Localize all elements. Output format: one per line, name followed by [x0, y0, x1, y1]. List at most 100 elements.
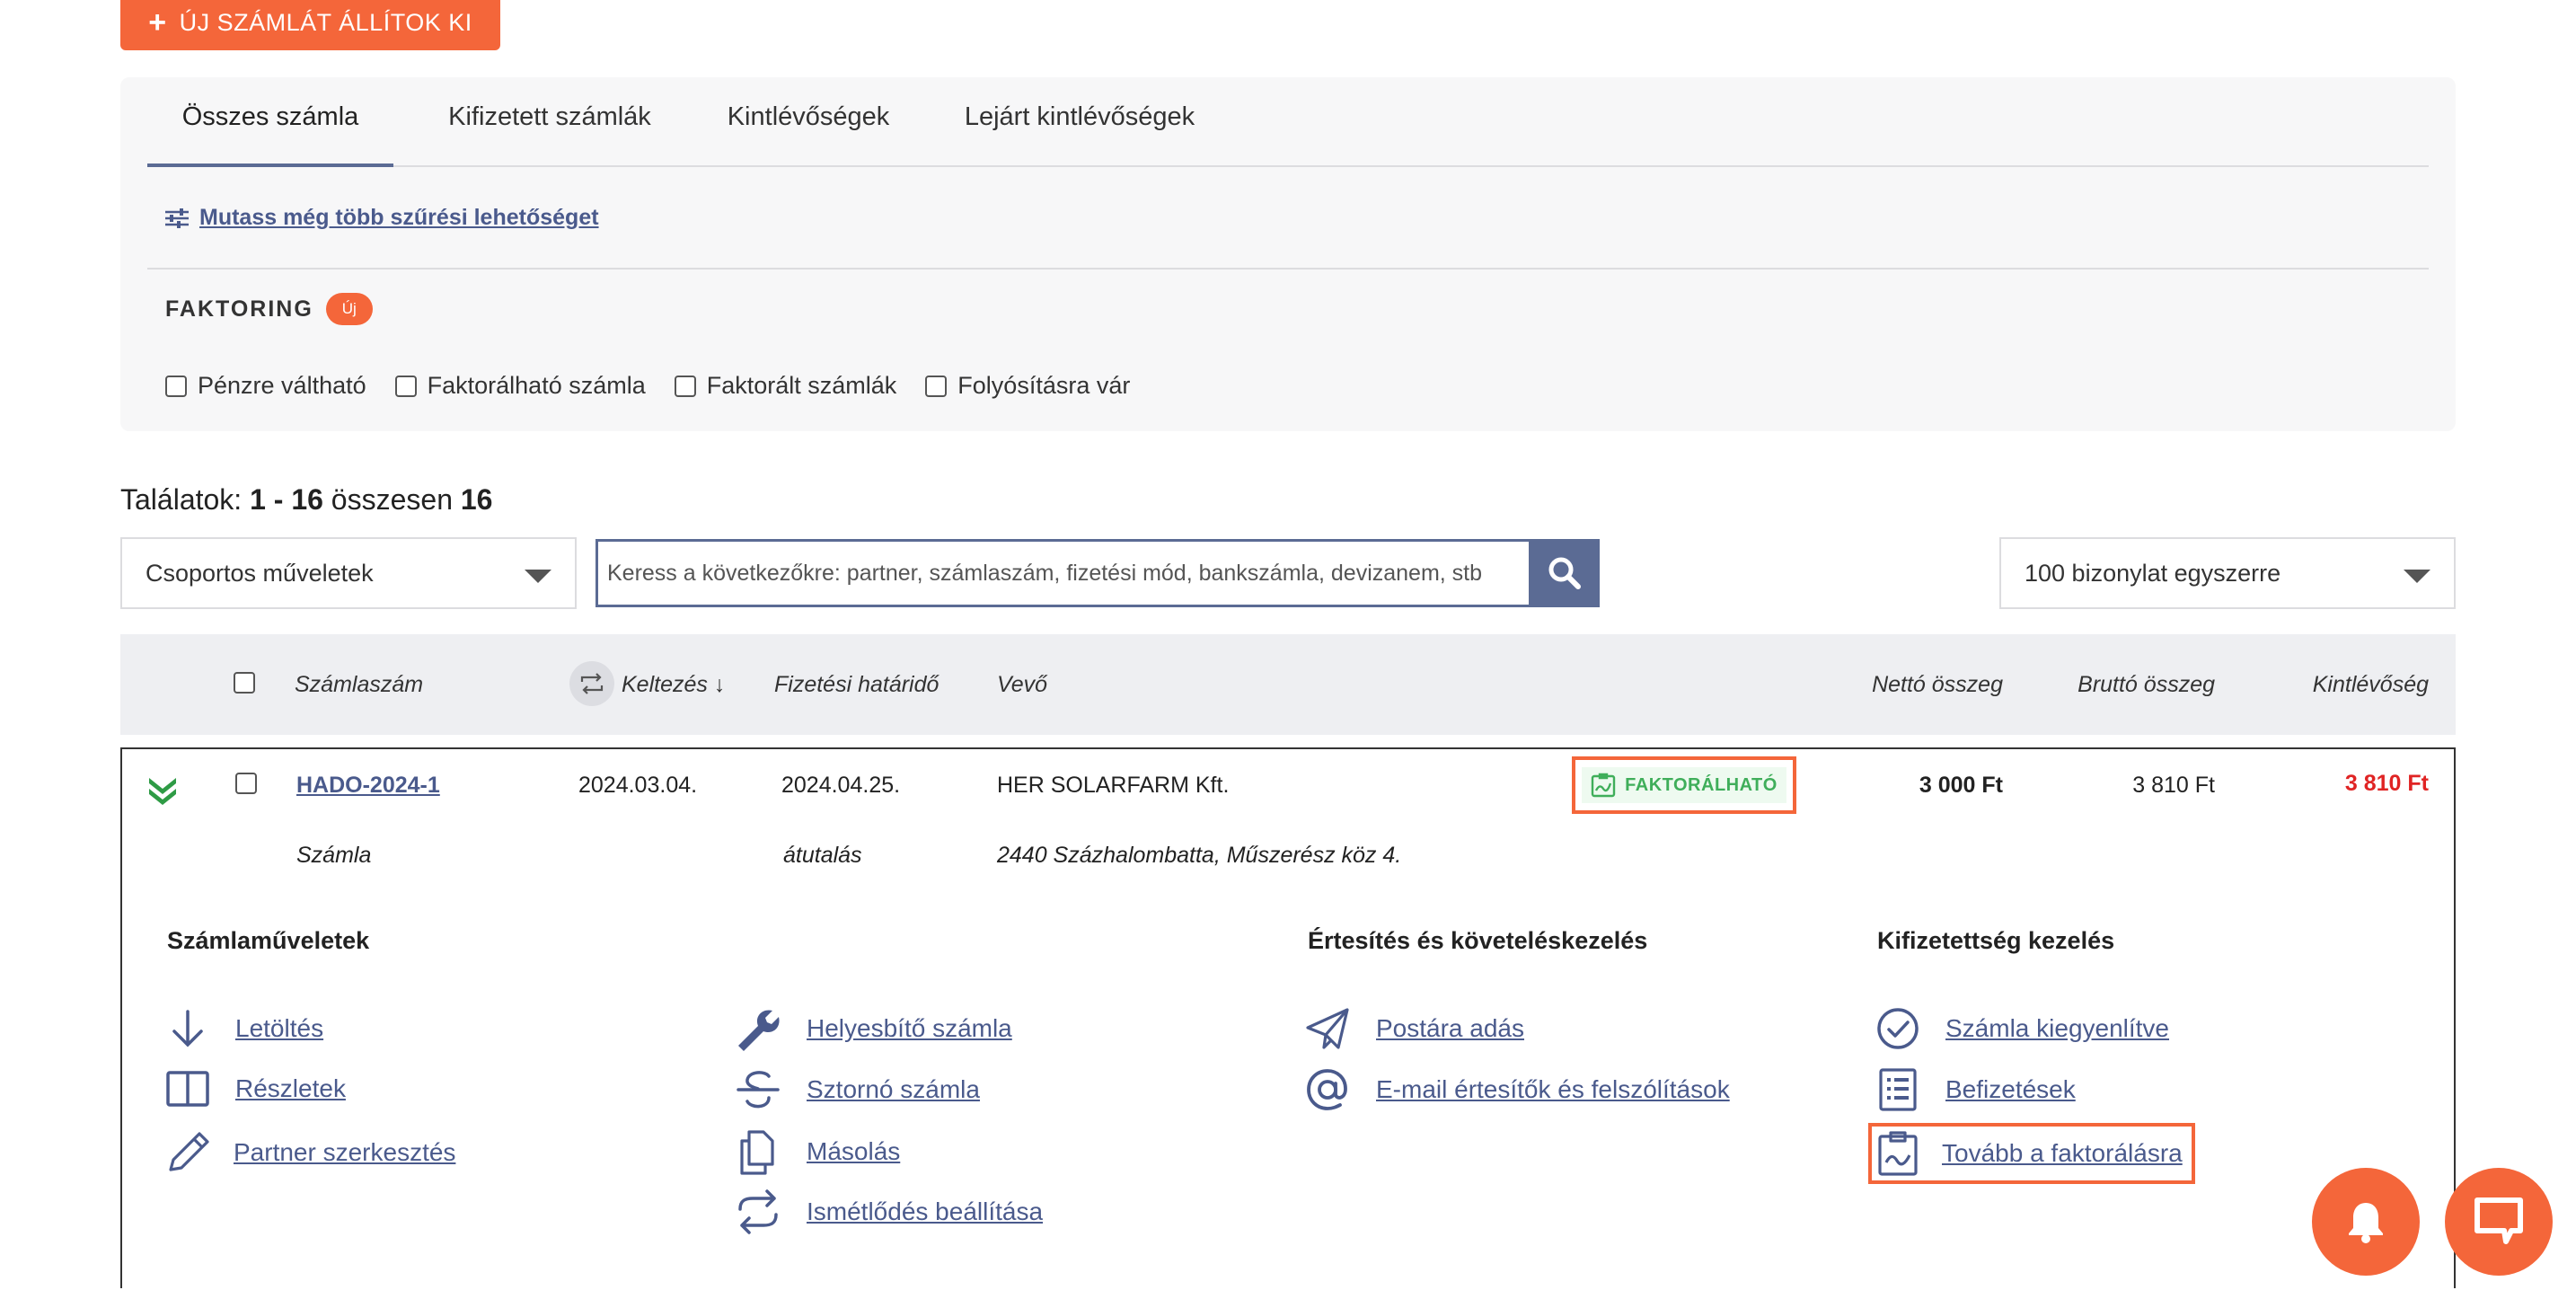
chevron-down-icon	[2404, 570, 2430, 583]
search-button[interactable]	[1530, 539, 1600, 607]
buyer-address: 2440 Százhalombatta, Műszerész köz 4.	[997, 843, 1402, 868]
checkbox-convertible[interactable]: Pénzre váltható	[165, 372, 366, 400]
due-date: 2024.04.25.	[781, 773, 901, 798]
more-filters-label: Mutass még több szűrési lehetőséget	[199, 205, 599, 230]
outstanding-amount: 3 810 Ft	[2344, 771, 2429, 796]
divider	[147, 268, 2429, 270]
results-prefix: Találatok:	[120, 483, 243, 516]
sliders-icon	[165, 208, 189, 228]
check-circle-icon	[1877, 1008, 1919, 1049]
tab-paid-invoices[interactable]: Kifizetett számlák	[428, 102, 672, 167]
checkbox-label: Folyósításra vár	[957, 372, 1131, 399]
page-size-label: 100 bizonylat egyszerre	[2025, 559, 2281, 587]
payment-method: átutalás	[783, 843, 862, 868]
edit-partner-link[interactable]: Partner szerkesztés	[165, 1130, 455, 1175]
checkbox-awaiting-disbursement[interactable]: Folyósításra vár	[925, 372, 1130, 400]
list-icon	[1879, 1068, 1917, 1111]
invoice-row-expanded: HADO-2024-1 2024.03.04. 2024.04.25. HER …	[120, 747, 2456, 1288]
factoring-title: FAKTORING	[165, 296, 313, 322]
arrow-down-icon: ↓	[713, 672, 726, 697]
checkbox-label: Pénzre váltható	[198, 372, 366, 399]
page-size-select[interactable]: 100 bizonylat egyszerre	[1999, 537, 2456, 609]
recurrence-label: Ismétlődés beállítása	[807, 1197, 1044, 1225]
tab-label: Összes számla	[181, 102, 359, 131]
checkbox-factored[interactable]: Faktorált számlák	[674, 372, 897, 400]
collapse-chevron-icon[interactable]	[149, 776, 176, 805]
chat-bubble-icon	[2475, 1197, 2523, 1244]
storno-invoice-label: Sztornó számla	[807, 1075, 980, 1103]
column-outstanding[interactable]: Kintlévőség	[2313, 672, 2429, 698]
factorable-badge-label: FAKTORÁLHATÓ	[1625, 774, 1778, 795]
checkbox[interactable]	[165, 375, 187, 397]
payments-link[interactable]: Befizetések	[1875, 1067, 2076, 1112]
proceed-to-factoring-label: Tovább a faktorálásra	[1942, 1139, 2183, 1167]
notification-title: Értesítés és követeléskezelés	[1308, 927, 1648, 954]
post-delivery-link[interactable]: Postára adás	[1304, 1006, 1524, 1051]
select-all-checkbox[interactable]	[234, 672, 255, 694]
factoring-doc-icon	[1591, 773, 1616, 798]
proceed-to-factoring-link[interactable]: Tovább a faktorálásra	[1868, 1123, 2195, 1184]
checkbox[interactable]	[674, 375, 696, 397]
search-input[interactable]	[595, 539, 1531, 607]
results-total: 16	[460, 483, 493, 516]
results-count: Találatok: 1 - 16 összesen 16	[120, 483, 492, 517]
tab-receivables[interactable]: Kintlévőségek	[704, 102, 913, 167]
corrective-invoice-label: Helyesbítő számla	[807, 1014, 1012, 1042]
at-sign-icon	[1307, 1069, 1347, 1110]
columns-icon	[166, 1071, 209, 1107]
search-icon	[1548, 557, 1581, 589]
checkbox[interactable]	[925, 375, 948, 397]
plus-icon: +	[148, 5, 167, 40]
invoice-number-link[interactable]: HADO-2024-1	[296, 773, 440, 799]
invoice-settled-link[interactable]: Számla kiegyenlítve	[1875, 1006, 2169, 1051]
new-invoice-button[interactable]: + ÚJ SZÁMLÁT ÁLLÍTOK KI	[120, 0, 500, 50]
bulk-actions-select[interactable]: Csoportos műveletek	[120, 537, 577, 609]
column-issued[interactable]: Keltezés ↓	[622, 672, 725, 698]
invoice-ops-title: Számlaműveletek	[167, 927, 370, 954]
column-due-date[interactable]: Fizetési határidő	[774, 672, 939, 698]
column-invoice-number[interactable]: Számlaszám	[295, 672, 423, 698]
notifications-button[interactable]	[2312, 1168, 2420, 1276]
download-link[interactable]: Letöltés	[165, 1008, 323, 1049]
email-notifications-link[interactable]: E-mail értesítők és felszólítások	[1304, 1067, 1730, 1112]
copy-icon	[740, 1130, 774, 1175]
tab-all-invoices[interactable]: Összes számla	[147, 102, 393, 167]
checkbox-factorable[interactable]: Faktorálható számla	[394, 372, 646, 400]
more-filters-link[interactable]: Mutass még több szűrési lehetőséget	[165, 205, 599, 231]
tab-label: Kintlévőségek	[727, 102, 890, 131]
tab-label: Kifizetett számlák	[448, 102, 651, 131]
chat-button[interactable]	[2445, 1168, 2553, 1276]
checkbox-label: Faktorálható számla	[427, 372, 646, 399]
buyer-name: HER SOLARFARM Kft.	[997, 773, 1230, 798]
recurrence-link[interactable]: Ismétlődés beállítása	[735, 1189, 1043, 1234]
checkbox-label: Faktorált számlák	[706, 372, 897, 399]
results-middle: összesen	[331, 483, 453, 516]
copy-link[interactable]: Másolás	[735, 1128, 900, 1175]
post-delivery-label: Postára adás	[1376, 1014, 1524, 1042]
column-net-amount[interactable]: Nettó összeg	[1872, 672, 2003, 698]
checkbox[interactable]	[394, 375, 417, 397]
factoring-clipboard-icon	[1878, 1131, 1918, 1176]
payments-label: Befizetések	[1945, 1075, 2076, 1103]
column-gross-amount[interactable]: Bruttó összeg	[2078, 672, 2215, 698]
table-row[interactable]: HADO-2024-1 2024.03.04. 2024.04.25. HER …	[122, 749, 2454, 886]
column-buyer[interactable]: Vevő	[997, 672, 1047, 698]
tab-label: Lejárt kintlévőségek	[964, 102, 1195, 131]
wrench-icon	[738, 1010, 780, 1051]
document-type: Számla	[296, 843, 372, 868]
gross-amount: 3 810 Ft	[2132, 773, 2215, 798]
corrective-invoice-link[interactable]: Helyesbítő számla	[735, 1006, 1012, 1051]
storno-invoice-link[interactable]: Sztornó számla	[735, 1067, 980, 1112]
bulk-actions-label: Csoportos műveletek	[146, 559, 374, 587]
issued-date: 2024.03.04.	[578, 773, 698, 798]
details-label: Részletek	[235, 1074, 346, 1102]
download-label: Letöltés	[235, 1014, 324, 1042]
details-link[interactable]: Részletek	[165, 1069, 346, 1109]
strikethrough-icon	[737, 1071, 780, 1109]
factorable-badge-highlight[interactable]: FAKTORÁLHATÓ	[1572, 756, 1796, 814]
tab-overdue-receivables[interactable]: Lejárt kintlévőségek	[945, 102, 1214, 167]
sort-toggle-icon[interactable]	[569, 661, 614, 706]
new-invoice-label: ÚJ SZÁMLÁT ÁLLÍTOK KI	[179, 8, 472, 36]
row-checkbox[interactable]	[235, 773, 257, 794]
invoice-settled-label: Számla kiegyenlítve	[1945, 1014, 2170, 1042]
